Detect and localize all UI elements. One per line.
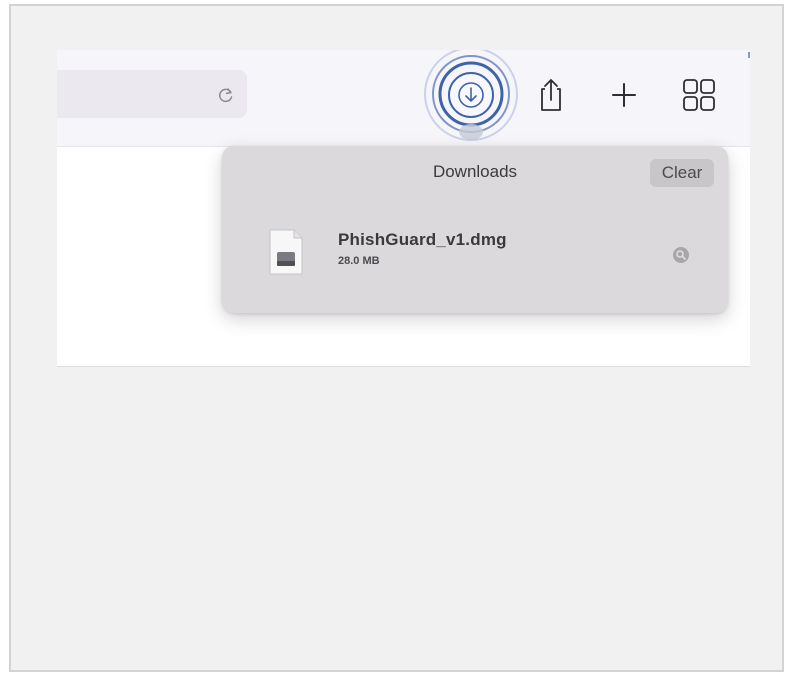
reload-icon[interactable]	[216, 85, 236, 105]
plus-icon[interactable]	[606, 76, 642, 114]
download-item[interactable]: PhishGuard_v1.dmg 28.0 MB	[268, 222, 698, 282]
download-file-size: 28.0 MB	[338, 255, 380, 267]
download-arrow-icon[interactable]	[447, 71, 495, 119]
window-edge-mark	[748, 52, 750, 58]
dmg-file-icon	[269, 229, 303, 275]
magnifier-icon[interactable]	[672, 246, 690, 264]
download-file-name: PhishGuard_v1.dmg	[338, 230, 507, 249]
downloads-popover: Downloads Clear PhishGuard_v1.dmg 28.0 M…	[222, 146, 728, 313]
browser-toolbar	[57, 50, 750, 147]
clear-button[interactable]: Clear	[650, 159, 714, 187]
share-icon[interactable]	[533, 76, 569, 114]
grid-icon[interactable]	[681, 76, 717, 114]
